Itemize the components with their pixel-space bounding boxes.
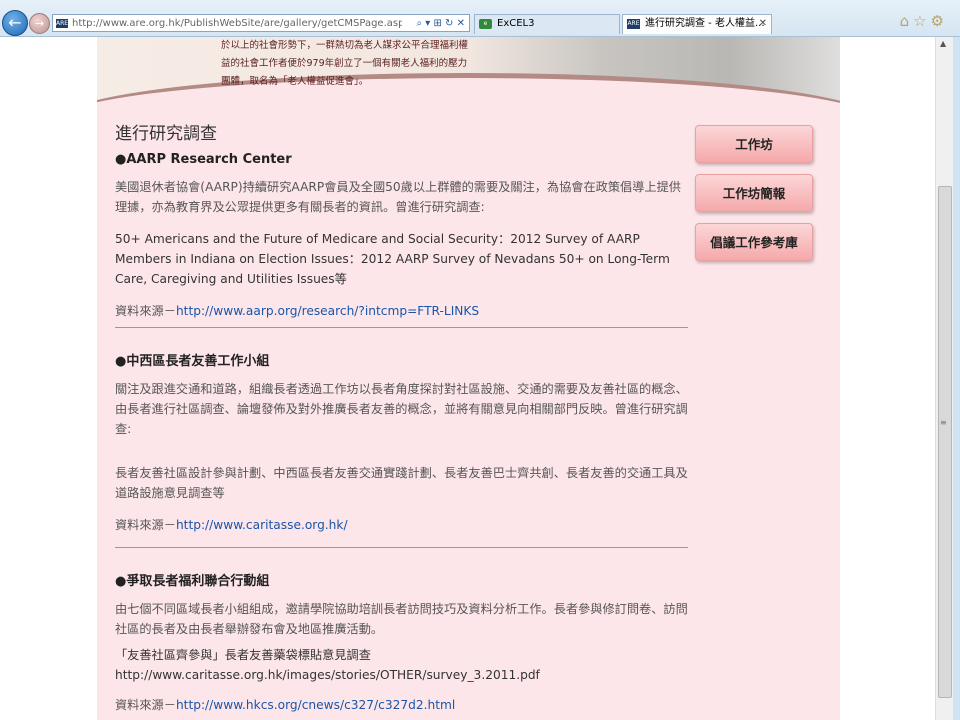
back-button[interactable]: ← xyxy=(2,10,28,36)
tab-label: ExCEL3 xyxy=(497,18,535,29)
survey-item: 「友善社區齊參與」長者友善藥袋標貼意見調查 xyxy=(115,648,371,662)
section-title-central-western: ●中西區長者友善工作小組 xyxy=(115,354,270,369)
advocacy-reference-button[interactable]: 倡議工作參考庫 xyxy=(695,223,813,261)
address-bar[interactable]: ARE http://www.are.org.hk/PublishWebSite… xyxy=(52,14,470,32)
address-url[interactable]: http://www.are.org.hk/PublishWebSite/are… xyxy=(72,15,402,33)
page-body: 於以上的社會形勢下，一群熱切為老人謀求公平合理福利權 益的社會工作者便於979年… xyxy=(97,37,840,720)
page-title: 進行研究調查 xyxy=(115,124,217,144)
main-content: 進行研究調查 ●AARP Research Center 美國退休者協會(AAR… xyxy=(115,119,688,720)
favorites-star-icon[interactable]: ☆ xyxy=(913,12,930,30)
banner-line: 於以上的社會形勢下，一群熱切為老人謀求公平合理福利權 xyxy=(221,40,469,51)
browser-toolbar: ← → ARE http://www.are.org.hk/PublishWeb… xyxy=(0,0,960,37)
header-banner: 於以上的社會形勢下，一群熱切為老人謀求公平合理福利權 益的社會工作者便於979年… xyxy=(97,37,840,109)
scrollbar-thumb[interactable] xyxy=(938,186,952,698)
sidebar: 工作坊 工作坊簡報 倡議工作參考庫 xyxy=(695,125,813,272)
survey-list: 50+ Americans and the Future of Medicare… xyxy=(115,232,670,286)
site-icon: ARE xyxy=(627,19,640,29)
source-line: 資料來源－http://www.aarp.org/research/?intcm… xyxy=(115,301,688,319)
section-description: 由七個不同區域長者小組組成，邀請學院協助培訓長者訪問技巧及資料分析工作。長者參與… xyxy=(115,602,688,636)
tab-excel3[interactable]: e ExCEL3 xyxy=(474,14,620,34)
tab-research[interactable]: ARE 進行研究調查 - 老人權益... ✕ xyxy=(622,14,772,34)
banner-line: 益的社會工作者便於979年創立了一個有關老人福利的壓力 xyxy=(221,58,468,69)
divider xyxy=(115,547,688,548)
address-controls[interactable]: ⌕ ▾ ⊞ ↻ ✕ xyxy=(417,15,465,33)
source-line: 資料來源－http://www.caritasse.org.hk/ xyxy=(115,515,688,533)
grip-icon: ≡ xyxy=(940,418,947,427)
browser-icons: ⌂☆⚙ xyxy=(900,12,948,30)
page-viewport: 於以上的社會形勢下，一群熱切為老人謀求公平合理福利權 益的社會工作者便於979年… xyxy=(0,37,935,720)
source-label: 資料來源－ xyxy=(115,698,176,712)
gear-icon[interactable]: ⚙ xyxy=(931,12,948,30)
source-link[interactable]: http://www.aarp.org/research/?intcmp=FTR… xyxy=(176,304,479,318)
workshop-slides-button[interactable]: 工作坊簡報 xyxy=(695,174,813,212)
forward-arrow-icon: → xyxy=(34,17,45,30)
home-icon[interactable]: ⌂ xyxy=(900,12,914,30)
divider xyxy=(115,327,688,328)
survey-url: http://www.caritasse.org.hk/images/stori… xyxy=(115,668,540,682)
source-label: 資料來源－ xyxy=(115,304,176,318)
source-link[interactable]: http://www.caritasse.org.hk/ xyxy=(176,518,348,532)
forward-button[interactable]: → xyxy=(29,13,50,34)
source-link[interactable]: http://www.hkcs.org/cnews/c327/c327d2.ht… xyxy=(176,698,455,712)
section-title-aarp: ●AARP Research Center xyxy=(115,152,292,167)
source-line: 資料來源－http://www.hkcs.org/cnews/c327/c327… xyxy=(115,695,688,713)
source-label: 資料來源－ xyxy=(115,518,176,532)
vertical-scrollbar[interactable]: ▲ ≡ xyxy=(935,37,953,720)
tab-label: 進行研究調查 - 老人權益... xyxy=(645,18,765,29)
excel-icon: e xyxy=(479,19,492,29)
workshop-button[interactable]: 工作坊 xyxy=(695,125,813,163)
back-arrow-icon: ← xyxy=(8,13,22,32)
section-title-elderly-welfare: ●爭取長者福利聯合行動組 xyxy=(115,574,270,589)
section-description: 美國退休者協會(AARP)持續研究AARP會員及全國50歲以上群體的需要及關注，… xyxy=(115,180,681,214)
banner-line: 團體，取名為「老人權益促進會」。 xyxy=(221,76,369,87)
banner-text: 於以上的社會形勢下，一群熱切為老人謀求公平合理福利權 益的社會工作者便於979年… xyxy=(221,37,521,91)
survey-list: 長者友善社區設計參與計劃、中西區長者友善交通實踐計劃、長者友善巴士齊共創、長者友… xyxy=(115,466,688,500)
scroll-up-icon[interactable]: ▲ xyxy=(940,39,946,48)
close-tab-icon[interactable]: ✕ xyxy=(759,15,767,33)
section-description: 關注及跟進交通和道路，組織長者透過工作坊以長者角度探討對社區設施、交通的需要及友… xyxy=(115,382,688,436)
site-favicon-icon: ARE xyxy=(56,19,69,28)
